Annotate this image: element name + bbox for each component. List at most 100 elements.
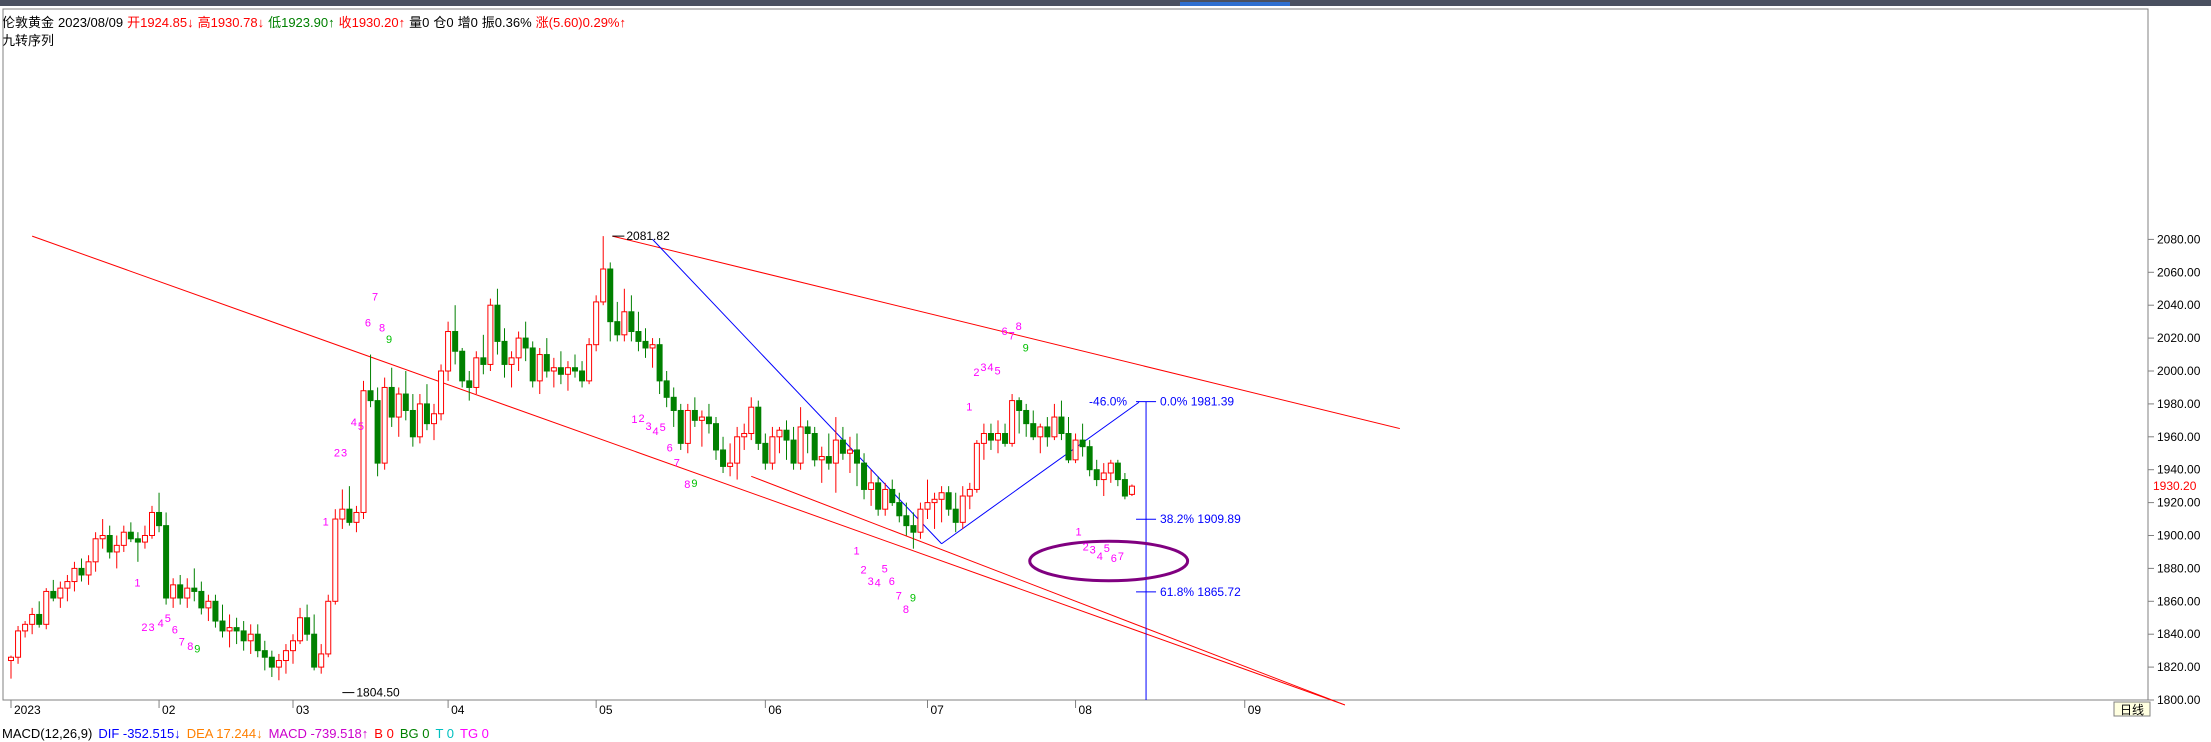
candle-body — [677, 409, 684, 444]
td-sequence-count: 8 — [903, 604, 909, 616]
macd-info-bar: MACD(12,26,9) DIF -352.515↓ DEA 17.244↓ MAC… — [2, 726, 495, 741]
td-sequence-count: 5 — [1104, 543, 1110, 555]
y-tick-label: 2080.00 — [2157, 232, 2201, 246]
td-sequence-count: 4 — [987, 362, 993, 374]
y-tick-label: 1960.00 — [2157, 430, 2201, 444]
candle-body — [868, 482, 875, 490]
td-sequence-count: 7 — [179, 637, 185, 649]
fib-level-label: 38.2% 1909.89 — [1160, 512, 1241, 526]
price-annotation: 2081.82 — [626, 229, 670, 243]
candle-body — [106, 535, 113, 553]
candle-body — [85, 561, 92, 576]
td-sequence-count: 4 — [653, 426, 659, 438]
candle-body — [896, 502, 903, 517]
candle-body — [980, 433, 987, 444]
y-tick-label: 1920.00 — [2157, 496, 2201, 510]
candle-body — [64, 581, 71, 589]
candle-body — [973, 442, 980, 490]
candle-body — [163, 525, 170, 599]
candle-body — [1100, 472, 1107, 481]
candle-body — [318, 653, 325, 668]
y-tick-label: 2040.00 — [2157, 298, 2201, 312]
td-sequence-count: 8 — [684, 479, 690, 491]
candle-body — [431, 413, 437, 425]
candle-body — [92, 538, 99, 563]
candle-body — [705, 416, 712, 425]
candle-body — [804, 426, 811, 435]
x-tick-label: 04 — [451, 703, 465, 717]
candle-body — [120, 531, 127, 546]
candle-body — [910, 525, 917, 533]
y-tick-label: 1840.00 — [2157, 627, 2201, 641]
candle-body — [297, 617, 304, 642]
macd-dif: DIF -352.515↓ — [98, 726, 181, 741]
candle-body — [621, 311, 628, 336]
x-tick-label: 06 — [768, 703, 782, 717]
candle-body — [191, 587, 198, 592]
td-sequence-count: 3 — [341, 448, 347, 460]
candle-body — [917, 508, 924, 533]
candle-body — [353, 511, 360, 523]
candle-body — [275, 660, 282, 668]
candle-body — [713, 423, 719, 451]
candle-body — [818, 456, 825, 461]
td-sequence-count: 3 — [148, 622, 154, 634]
candle-body — [233, 627, 240, 632]
candle-body — [360, 390, 367, 513]
candle-body — [423, 403, 430, 425]
macd-tg: TG 0 — [460, 726, 489, 741]
macd-name: MACD(12,26,9) — [2, 726, 93, 741]
candle-body — [1072, 439, 1079, 461]
candle-body — [1023, 409, 1030, 425]
candle-body — [1114, 462, 1121, 481]
candle-body — [987, 433, 994, 441]
candle-body — [889, 488, 896, 504]
candle-body — [656, 344, 663, 382]
td-sequence-count: 7 — [1118, 551, 1124, 563]
td-sequence-count: 1 — [853, 545, 859, 557]
candle-body — [409, 409, 416, 438]
candle-body — [480, 357, 487, 365]
td-sequence-count: 7 — [674, 457, 680, 469]
fib-level-label: 0.0% 1981.39 — [1160, 395, 1234, 409]
td-sequence-count: 1 — [631, 414, 637, 426]
td-sequence-count: 6 — [1002, 326, 1008, 338]
td-sequence-count: 2 — [334, 448, 340, 460]
candle-body — [1044, 426, 1051, 438]
candle-body — [452, 331, 459, 352]
candle-body — [755, 406, 762, 444]
candle-body — [875, 482, 882, 510]
candle-body — [487, 304, 494, 365]
td-sequence-count: 1 — [966, 401, 972, 413]
td-sequence-count: 3 — [980, 362, 986, 374]
candle-body — [966, 488, 973, 497]
candlestick-chart[interactable]: 1800.00 1820.00 1840.00 1860.00 1880.00 1900.… — [0, 0, 2211, 742]
candle-body — [36, 613, 43, 625]
candle-body — [127, 531, 134, 540]
candle-body — [78, 567, 85, 576]
candle-body — [586, 344, 593, 382]
candle-body — [748, 406, 755, 435]
candle-body — [346, 508, 353, 523]
candle-body — [29, 613, 36, 625]
td-sequence-count: 6 — [1111, 553, 1117, 565]
candle-body — [494, 304, 501, 342]
candle-body — [99, 535, 106, 540]
td-sequence-count: 7 — [1009, 331, 1015, 343]
period-label: 日线 — [2120, 703, 2144, 717]
fib-percent-label: -46.0% — [1089, 395, 1127, 409]
y-tick-label: 1820.00 — [2157, 660, 2201, 674]
last-price-label: 1930.20 — [2153, 479, 2197, 493]
td-sequence-count: 5 — [358, 421, 364, 433]
candle-body — [332, 518, 339, 602]
candle-body — [1016, 400, 1023, 411]
x-tick-label: 08 — [1079, 703, 1093, 717]
candle-body — [635, 331, 642, 342]
candle-body — [170, 584, 177, 599]
fib-level-label: 61.8% 1865.72 — [1160, 585, 1241, 599]
x-tick-label: 07 — [931, 703, 945, 717]
candle-body — [543, 354, 550, 372]
candle-body — [205, 600, 212, 609]
y-tick-label: 1860.00 — [2157, 594, 2201, 608]
candle-body — [628, 311, 635, 333]
